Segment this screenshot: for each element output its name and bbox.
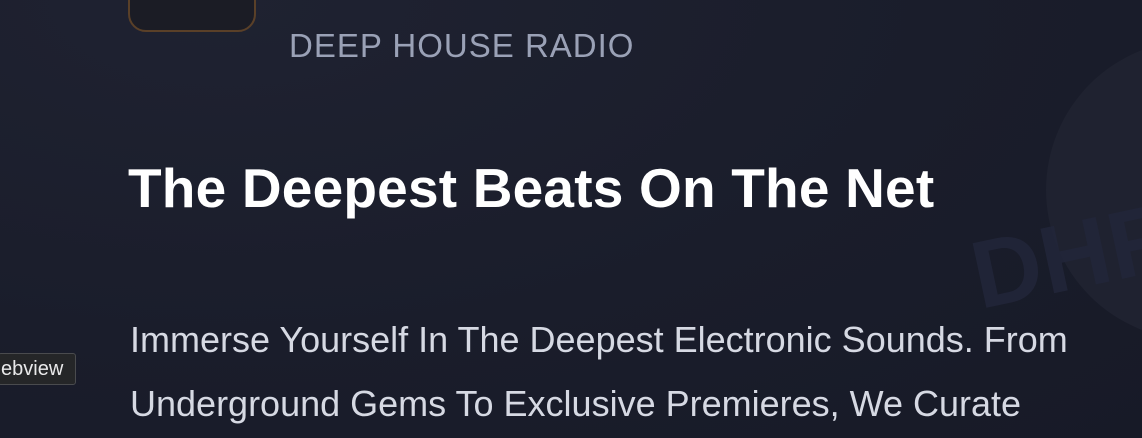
station-name: DEEP HOUSE RADIO xyxy=(289,27,635,64)
hero-headline: The Deepest Beats On The Net xyxy=(128,157,935,219)
tooltip: ebview xyxy=(0,353,77,385)
station-logo[interactable] xyxy=(128,0,256,32)
page: DHR DEEP HOUSE RADIO The Deepest Beats O… xyxy=(0,0,1142,438)
hero-description: Immerse Yourself In The Deepest Electron… xyxy=(130,319,1068,424)
